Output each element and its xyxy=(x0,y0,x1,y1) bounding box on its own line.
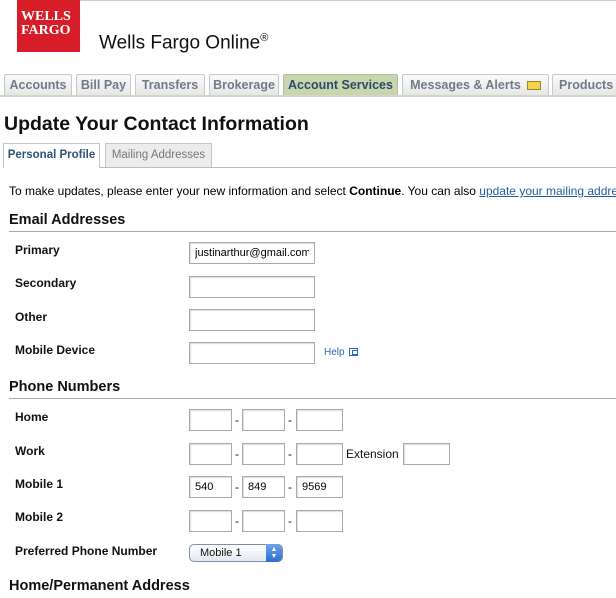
page-title: Update Your Contact Information xyxy=(4,113,309,135)
help-link[interactable]: Help xyxy=(324,347,358,358)
profile-subtabs: Personal Profile Mailing Addresses xyxy=(3,143,616,168)
secondary-email-input[interactable] xyxy=(189,276,315,298)
tab-accounts[interactable]: Accounts xyxy=(4,74,72,96)
label-other-email: Other xyxy=(15,310,48,324)
home-phone-line-input[interactable] xyxy=(296,409,343,431)
tab-products[interactable]: Products & xyxy=(552,74,616,96)
intro-text: To make updates, please enter your new i… xyxy=(9,184,616,198)
update-mailing-address-link[interactable]: update your mailing addre xyxy=(479,184,616,198)
other-email-input[interactable] xyxy=(189,309,315,331)
preferred-phone-select[interactable]: Mobile 1 ▲ ▼ xyxy=(189,544,283,562)
popup-window-icon xyxy=(348,348,358,356)
dash-separator: - xyxy=(288,480,292,494)
select-arrows-icon: ▲ ▼ xyxy=(266,544,282,562)
tab-messages-alerts[interactable]: Messages & Alerts xyxy=(402,74,549,96)
nav-baseline xyxy=(0,95,616,97)
tab-bill-pay[interactable]: Bill Pay xyxy=(76,74,131,96)
label-mobile-device-email: Mobile Device xyxy=(15,343,96,357)
dash-separator: - xyxy=(288,447,292,461)
help-label: Help xyxy=(324,347,345,358)
work-phone-area-input[interactable] xyxy=(189,443,232,465)
brand-registered-mark: ® xyxy=(260,32,269,44)
dash-separator: - xyxy=(235,514,239,528)
mobile2-phone-prefix-input[interactable] xyxy=(242,510,285,532)
logo-text-line1: WELLS xyxy=(21,9,71,24)
brand-name: Wells Fargo Online xyxy=(99,32,261,54)
mobile2-phone-line-input[interactable] xyxy=(296,510,343,532)
intro-mid: . You can also xyxy=(401,184,480,198)
mobile1-phone-line-input[interactable] xyxy=(296,476,343,498)
label-mobile1-phone: Mobile 1 xyxy=(15,477,64,491)
mobile2-phone-area-input[interactable] xyxy=(189,510,232,532)
brand-title: Wells Fargo Online® xyxy=(99,32,268,54)
dash-separator: - xyxy=(288,413,292,427)
tab-messages-alerts-label: Messages & Alerts xyxy=(410,78,521,92)
envelope-icon xyxy=(526,81,541,90)
dash-separator: - xyxy=(235,447,239,461)
preferred-phone-value: Mobile 1 xyxy=(200,547,242,559)
tab-account-services[interactable]: Account Services xyxy=(283,74,398,97)
section-email-addresses: Email Addresses xyxy=(9,212,616,232)
tab-transfers[interactable]: Transfers xyxy=(135,74,205,96)
logo-text-line2: FARGO xyxy=(21,23,71,38)
mobile-device-email-input[interactable] xyxy=(189,342,315,364)
label-primary-email: Primary xyxy=(15,243,60,257)
label-work-phone: Work xyxy=(15,444,45,458)
section-phone-numbers: Phone Numbers xyxy=(9,379,616,399)
label-preferred-phone: Preferred Phone Number xyxy=(15,544,158,558)
main-nav: Accounts Bill Pay Transfers Brokerage Ac… xyxy=(0,74,616,97)
tab-brokerage[interactable]: Brokerage xyxy=(209,74,279,96)
header-top-rule xyxy=(80,0,616,1)
label-home-phone: Home xyxy=(15,410,49,424)
home-phone-area-input[interactable] xyxy=(189,409,232,431)
primary-email-input[interactable] xyxy=(189,242,315,264)
intro-continue-word: Continue xyxy=(349,184,402,198)
dash-separator: - xyxy=(235,413,239,427)
intro-prefix: To make updates, please enter your new i… xyxy=(9,184,350,198)
work-phone-prefix-input[interactable] xyxy=(242,443,285,465)
dash-separator: - xyxy=(235,480,239,494)
label-mobile2-phone: Mobile 2 xyxy=(15,510,64,524)
mobile1-phone-prefix-input[interactable] xyxy=(242,476,285,498)
mobile1-phone-area-input[interactable] xyxy=(189,476,232,498)
work-extension-input[interactable] xyxy=(403,443,450,465)
work-phone-line-input[interactable] xyxy=(296,443,343,465)
tab-mailing-addresses[interactable]: Mailing Addresses xyxy=(105,143,212,167)
dash-separator: - xyxy=(288,514,292,528)
home-phone-prefix-input[interactable] xyxy=(242,409,285,431)
tab-personal-profile[interactable]: Personal Profile xyxy=(3,143,100,168)
wells-fargo-logo[interactable]: WELLS FARGO xyxy=(17,0,80,52)
section-home-address: Home/Permanent Address xyxy=(9,578,190,594)
label-extension: Extension xyxy=(346,447,399,461)
label-secondary-email: Secondary xyxy=(15,276,77,290)
